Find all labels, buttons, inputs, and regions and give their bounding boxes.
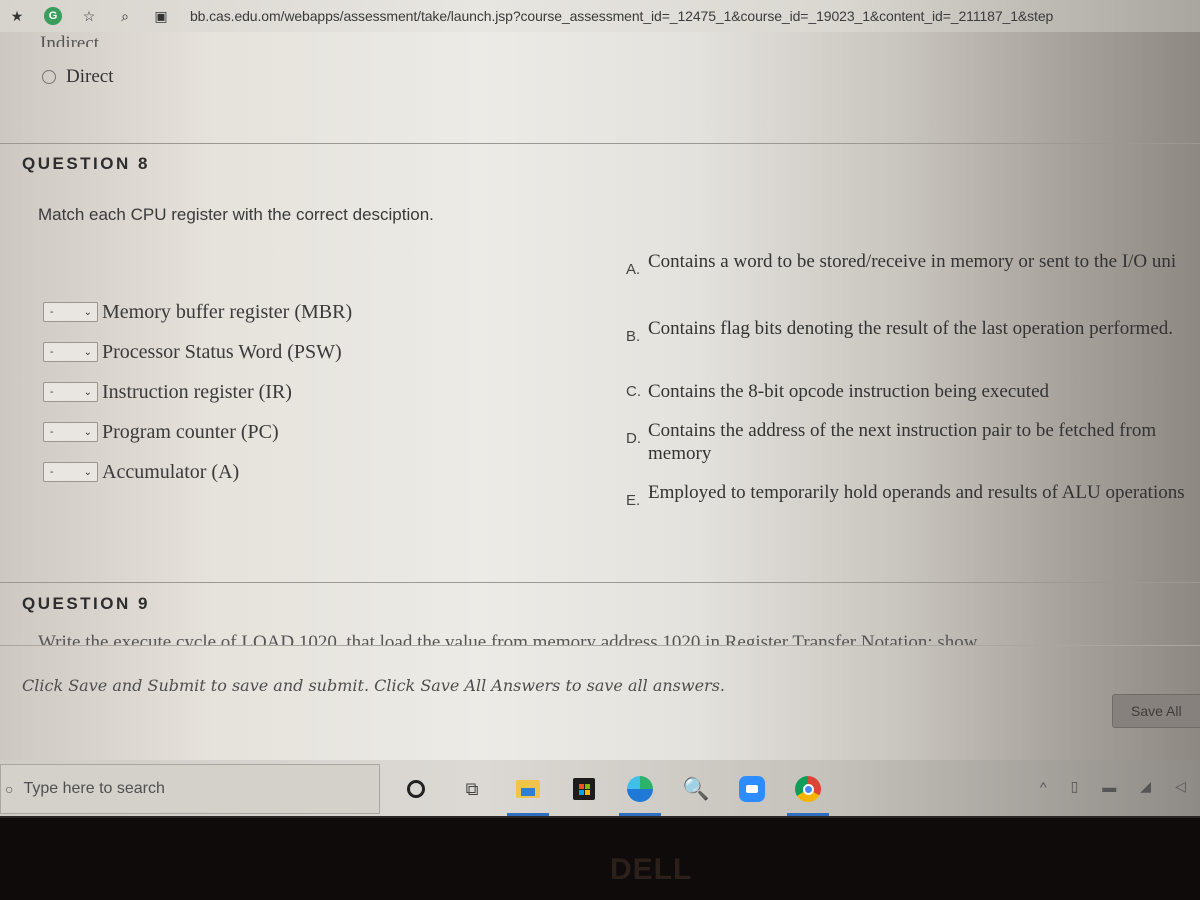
edge-icon[interactable] [619,768,661,816]
grammarly-icon[interactable]: G [42,5,64,27]
chevron-down-icon: ⌄ [83,466,92,478]
dell-logo: DELL [610,853,693,886]
register-label: Processor Status Word (PSW) [102,340,342,363]
matching-list: - ⌄ Memory buffer register (MBR) - ⌄ Proce… [43,292,352,492]
choice-text: Contains flag bits denoting the result o… [648,318,1174,339]
choice-letter: B. [626,328,641,345]
register-label: Memory buffer register (MBR) [102,300,353,323]
choice-letter: A. [626,261,641,278]
screen-cast-icon[interactable]: ▣ [150,5,172,27]
chrome-icon[interactable] [787,768,829,816]
task-view-icon[interactable]: ⧉ [451,768,493,810]
extensions-icon[interactable]: ★ [6,5,28,27]
choice-text: Contains a word to be stored/receive in … [648,251,1177,272]
system-tray: ^ ▯ ▬ ◢ ◁ [1040,778,1186,795]
answer-choice-d: D. Contains the address of the next inst… [626,419,1193,465]
answer-choice-e: E. Employed to temporarily hold operands… [626,481,1193,509]
answer-select[interactable]: - ⌄ [43,342,98,362]
match-row-mbr: - ⌄ Memory buffer register (MBR) [43,292,352,332]
register-label: Accumulator (A) [102,460,240,483]
file-explorer-icon[interactable] [507,768,549,816]
choice-text: Contains the address of the next instruc… [648,420,1157,464]
answer-select[interactable]: - ⌄ [43,462,98,482]
answer-select[interactable]: - ⌄ [43,302,98,322]
cortana-icon[interactable] [395,768,437,810]
choice-letter: D. [626,430,641,447]
question-divider [0,143,1200,144]
question-9-heading: QUESTION 9 [22,594,150,613]
meet-now-icon[interactable]: ▯ [1071,778,1079,795]
radio-label: Indirect [40,33,100,47]
radio-label: Direct [66,66,114,87]
answer-select[interactable]: - ⌄ [43,422,98,442]
question-8-heading: QUESTION 8 [22,154,150,173]
choice-text: Employed to temporarily hold operands an… [648,482,1185,503]
chevron-down-icon: ⌄ [83,346,92,358]
chevron-down-icon: ⌄ [83,426,92,438]
radio-option-indirect[interactable]: Indirect [40,33,99,47]
register-label: Program counter (PC) [102,420,279,443]
chevron-down-icon: ⌄ [83,386,92,398]
submit-instructions: Click Save and Submit to save and submit… [22,676,725,695]
browser-screen: ★ G ☆ ⌕ ▣ bb.cas.edu.om/webapps/assessme… [0,0,1200,818]
bookmark-star-icon[interactable]: ☆ [78,5,100,27]
frame-divider [0,645,1200,646]
save-all-answers-button[interactable]: Save All [1112,694,1200,728]
address-bar: ★ G ☆ ⌕ ▣ bb.cas.edu.om/webapps/assessme… [0,0,1200,32]
chevron-up-icon[interactable]: ^ [1040,779,1047,795]
match-row-acc: - ⌄ Accumulator (A) [43,452,352,492]
battery-icon[interactable]: ▬ [1102,779,1116,795]
wifi-icon[interactable]: ◢ [1140,778,1151,795]
zoom-lens-icon[interactable]: ⌕ [114,5,136,27]
taskbar-apps: ⧉ 🔍 [395,768,843,816]
chevron-down-icon: ⌄ [83,306,92,318]
windows-taskbar: ○ Type here to search ⧉ 🔍 ^ ▯ ▬ ◢ ◁ [0,760,1200,818]
choice-text: Contains the 8-bit opcode instruction be… [648,381,1050,402]
question-8-prompt: Match each CPU register with the correct… [38,205,434,224]
answer-select[interactable]: - ⌄ [43,382,98,402]
radio-option-direct[interactable]: Direct [42,66,113,88]
match-row-pc: - ⌄ Program counter (PC) [43,412,352,452]
match-row-psw: - ⌄ Processor Status Word (PSW) [43,332,352,372]
answer-choice-c: C. Contains the 8-bit opcode instruction… [626,380,1193,403]
search-icon: ○ [5,781,14,797]
question-9-prompt: Write the execute cycle of LOAD 1020, th… [38,632,978,646]
register-label: Instruction register (IR) [102,380,292,403]
microsoft-store-icon[interactable] [563,768,605,810]
volume-icon[interactable]: ◁ [1175,778,1186,795]
choice-letter: C. [626,383,641,400]
zoom-app-icon[interactable] [731,768,773,810]
magnifier-app-icon[interactable]: 🔍 [675,768,717,810]
url-text[interactable]: bb.cas.edu.om/webapps/assessment/take/la… [190,8,1053,24]
answer-choice-a: A. Contains a word to be stored/receive … [626,250,1193,278]
taskbar-search-input[interactable]: ○ Type here to search [0,764,380,814]
search-placeholder: Type here to search [23,780,165,797]
match-row-ir: - ⌄ Instruction register (IR) [43,372,352,412]
radio-button[interactable] [42,70,56,84]
question-divider [0,582,1200,583]
choice-letter: E. [626,492,641,509]
answer-choice-b: B. Contains flag bits denoting the resul… [626,317,1193,345]
